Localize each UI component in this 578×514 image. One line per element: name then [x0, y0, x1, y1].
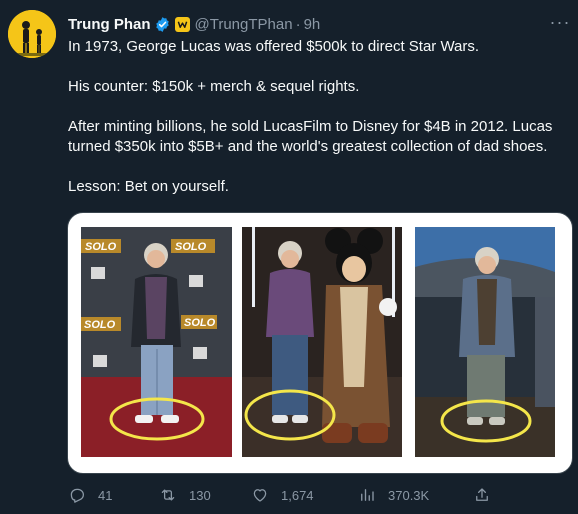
author-handle[interactable]: @TrungTPhan [195, 16, 293, 33]
tweet-paragraph: His counter: $150k + merch & sequel righ… [68, 78, 360, 95]
affiliate-badge-icon[interactable] [174, 16, 190, 32]
tweet-paragraph: In 1973, George Lucas was offered $500k … [68, 38, 480, 55]
retweet-icon [161, 489, 175, 501]
tweet-paragraph: Lesson: Bet on yourself. [68, 178, 229, 195]
tweet-header: Trung Phan @TrungTPhan · 9h [68, 14, 320, 34]
reply-icon [70, 488, 85, 503]
like-icon [253, 489, 267, 502]
more-icon[interactable]: ··· [548, 12, 572, 32]
photo-with-ship[interactable] [415, 227, 555, 457]
reply-button[interactable]: 41 [68, 485, 112, 505]
tweet[interactable]: Trung Phan @TrungTPhan · 9h ··· In 1973,… [0, 0, 578, 514]
retweet-count: 130 [189, 487, 211, 503]
photo-red-carpet[interactable]: SOLO SOLO SOLO SOLO [81, 227, 232, 457]
solo-sign-text: SOLO [84, 319, 116, 331]
tweet-timestamp[interactable]: 9h [304, 16, 321, 33]
solo-sign-text: SOLO [85, 241, 117, 253]
solo-sign-text: SOLO [175, 241, 207, 253]
like-button[interactable]: 1,674 [251, 485, 314, 505]
verified-badge-icon [154, 16, 171, 33]
tweet-actions: 41 130 1,674 370.3K [68, 485, 508, 505]
solo-sign-text: SOLO [184, 317, 216, 329]
views-button[interactable]: 370.3K [358, 485, 429, 505]
views-count: 370.3K [388, 487, 430, 503]
tweet-paragraph: After minting billions, he sold LucasFil… [68, 118, 553, 155]
share-button[interactable] [473, 485, 491, 505]
reply-count: 41 [98, 487, 113, 503]
author-avatar[interactable] [8, 10, 56, 58]
tweet-media[interactable]: SOLO SOLO SOLO SOLO [67, 212, 573, 474]
share-icon [476, 488, 488, 501]
views-icon [361, 489, 374, 501]
like-count: 1,674 [281, 487, 314, 503]
separator-dot: · [295, 15, 301, 33]
retweet-button[interactable]: 130 [159, 485, 211, 505]
author-name[interactable]: Trung Phan [68, 16, 151, 33]
photo-with-mascot[interactable] [242, 227, 402, 457]
tweet-text: In 1973, George Lucas was offered $500k … [68, 37, 568, 197]
